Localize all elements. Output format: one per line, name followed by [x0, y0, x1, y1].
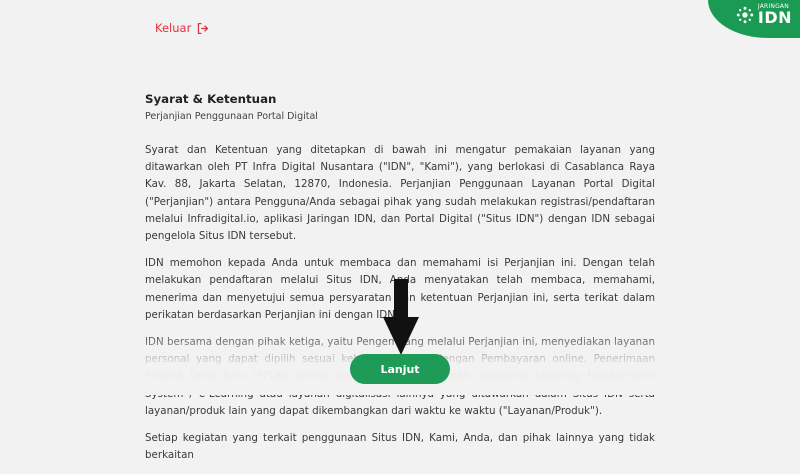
network-icon [736, 6, 754, 24]
continue-button[interactable]: Lanjut [350, 354, 450, 384]
terms-paragraph: Syarat dan Ketentuan yang ditetapkan di … [145, 144, 655, 243]
logout-link[interactable]: Keluar [155, 21, 209, 35]
page-subtitle: Perjanjian Penggunaan Portal Digital [145, 111, 318, 122]
logout-label: Keluar [155, 21, 192, 35]
logout-icon [198, 22, 209, 34]
terms-paragraph: Setiap kegiatan yang terkait penggunaan … [145, 432, 655, 462]
page-title: Syarat & Ketentuan [145, 92, 277, 106]
brand-big-text: IDN [757, 8, 792, 27]
brand-logo: JARINGAN IDN [708, 0, 800, 38]
arrow-down-icon [383, 279, 419, 355]
